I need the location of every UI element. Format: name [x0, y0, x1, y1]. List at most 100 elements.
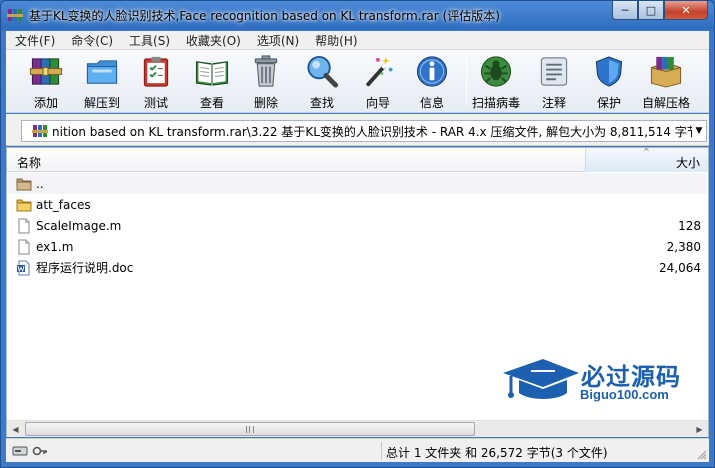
- shield-icon: [595, 56, 623, 87]
- extract-to-button[interactable]: 解压到: [76, 53, 128, 111]
- open-book-icon: [195, 61, 229, 86]
- address-path: nition based on KL transform.rar\3.22 基于…: [52, 124, 699, 139]
- menu-tools[interactable]: 工具(S): [120, 32, 177, 49]
- sfx-label: 自解压格: [641, 96, 690, 110]
- arrow-right-icon: ▶: [696, 424, 703, 434]
- add-button[interactable]: 添加: [20, 53, 72, 111]
- app-window: 基于KL变换的人脸识别技术,Face recognition based on …: [0, 0, 715, 468]
- virus-scan-icon: [480, 56, 512, 87]
- close-button[interactable]: ✕: [664, 1, 708, 20]
- toolbar-separator: [466, 56, 467, 106]
- wizard-button[interactable]: 向导: [352, 53, 404, 111]
- drive-icon[interactable]: [12, 443, 28, 459]
- arrow-left-icon: ◀: [12, 424, 19, 434]
- table-row[interactable]: 程序运行说明.doc 24,064: [8, 257, 707, 278]
- menu-file[interactable]: 文件(F): [6, 32, 62, 49]
- file-size: 128: [678, 218, 701, 233]
- title-bar[interactable]: 基于KL变换的人脸识别技术,Face recognition based on …: [1, 1, 714, 29]
- winrar-books-icon: [29, 58, 63, 85]
- magnifier-icon: [307, 55, 339, 88]
- scrollbar-thumb[interactable]: [25, 422, 475, 436]
- scroll-left-button[interactable]: ◀: [7, 421, 24, 437]
- horizontal-scrollbar[interactable]: ◀ ▶: [7, 420, 708, 437]
- comment-icon: [540, 57, 568, 86]
- menu-help[interactable]: 帮助(H): [306, 32, 364, 49]
- magic-wand-icon: [366, 56, 393, 87]
- column-name-header[interactable]: 名称: [17, 154, 41, 171]
- maximize-icon: □: [645, 3, 657, 17]
- status-divider: [381, 442, 382, 460]
- virus-scan-label: 扫描病毒: [471, 96, 520, 110]
- menu-favorites[interactable]: 收藏夹(O): [177, 32, 248, 49]
- address-bar: nition based on KL transform.rar\3.22 基于…: [6, 114, 709, 146]
- minimize-icon: ─: [621, 3, 629, 17]
- file-name: ScaleImage.m: [36, 218, 122, 233]
- winrar-app-icon[interactable]: [7, 7, 23, 23]
- info-icon: [416, 56, 448, 87]
- file-name: ..: [36, 176, 44, 191]
- window-controls: ─ □ ✕: [612, 1, 708, 20]
- watermark: 必过源码 Biguo100.com: [501, 353, 701, 413]
- scroll-right-button[interactable]: ▶: [691, 421, 708, 437]
- toolbar: 添加 解压到 测试 查看 删除 查找 向导 信息 扫描病毒 注释 保护 自解压格: [6, 50, 709, 113]
- table-row[interactable]: ex1.m 2,380: [8, 236, 707, 257]
- menu-options[interactable]: 选项(N): [248, 32, 306, 49]
- delete-button[interactable]: 删除: [240, 53, 292, 111]
- wizard-label: 向导: [365, 96, 390, 110]
- parent-folder-icon: [16, 178, 32, 190]
- menu-commands[interactable]: 命令(C): [62, 32, 120, 49]
- minimize-button[interactable]: ─: [612, 1, 638, 20]
- folder-icon: [16, 199, 32, 211]
- status-icons: [12, 443, 48, 459]
- address-dropdown-button[interactable]: ▼: [692, 121, 706, 141]
- file-name: ex1.m: [36, 239, 74, 254]
- file-name: att_faces: [36, 197, 91, 212]
- key-icon[interactable]: [32, 443, 48, 459]
- menu-bar: 文件(F) 命令(C) 工具(S) 收藏夹(O) 选项(N) 帮助(H): [6, 31, 709, 50]
- sfx-button[interactable]: 自解压格: [640, 53, 692, 111]
- sfx-box-icon: [650, 56, 682, 88]
- view-button[interactable]: 查看: [186, 53, 238, 111]
- info-button[interactable]: 信息: [406, 53, 458, 111]
- status-bar: 总计 1 文件夹 和 26,572 字节(3 个文件): [6, 438, 709, 462]
- file-icon: [18, 239, 30, 254]
- grip-icon: [246, 426, 254, 433]
- address-field[interactable]: nition based on KL transform.rar\3.22 基于…: [21, 120, 707, 142]
- maximize-button[interactable]: □: [638, 1, 664, 20]
- table-row[interactable]: ScaleImage.m 128: [8, 215, 707, 236]
- extract-to-label: 解压到: [83, 96, 120, 110]
- sort-up-icon: ^: [643, 147, 650, 156]
- watermark-url: Biguo100.com: [580, 387, 669, 402]
- find-button[interactable]: 查找: [296, 53, 348, 111]
- resize-grip-icon[interactable]: [697, 450, 707, 460]
- info-label: 信息: [419, 96, 444, 110]
- find-label: 查找: [309, 96, 334, 110]
- protect-button[interactable]: 保护: [583, 53, 635, 111]
- comment-button[interactable]: 注释: [528, 53, 580, 111]
- trash-can-icon: [254, 55, 278, 87]
- column-size-label: 大小: [675, 156, 700, 170]
- table-row[interactable]: att_faces: [8, 194, 707, 215]
- status-text: 总计 1 文件夹 和 26,572 字节(3 个文件): [386, 446, 608, 460]
- clipboard-check-icon: [143, 56, 169, 87]
- file-size: 2,380: [666, 239, 701, 254]
- graduation-cap-icon: [503, 359, 579, 399]
- virus-scan-button[interactable]: 扫描病毒: [470, 53, 522, 111]
- window-title: 基于KL变换的人脸识别技术,Face recognition based on …: [29, 9, 500, 23]
- comment-label: 注释: [541, 96, 566, 110]
- file-name: 程序运行说明.doc: [36, 261, 134, 275]
- add-label: 添加: [33, 96, 58, 110]
- word-doc-icon: [17, 260, 30, 275]
- protect-label: 保护: [596, 96, 621, 110]
- test-label: 测试: [143, 96, 168, 110]
- archive-icon: [32, 125, 48, 137]
- test-button[interactable]: 测试: [130, 53, 182, 111]
- folder-extract-icon: [86, 60, 118, 84]
- table-row[interactable]: ..: [8, 173, 707, 194]
- file-size: 24,064: [659, 260, 701, 275]
- column-header: 名称 大小 ^: [7, 147, 708, 172]
- file-list: 名称 大小 ^ .. att_faces ScaleImage.m 128 ex…: [6, 147, 709, 437]
- delete-label: 删除: [253, 96, 278, 110]
- chevron-down-icon: ▼: [695, 126, 703, 136]
- view-label: 查看: [199, 96, 224, 110]
